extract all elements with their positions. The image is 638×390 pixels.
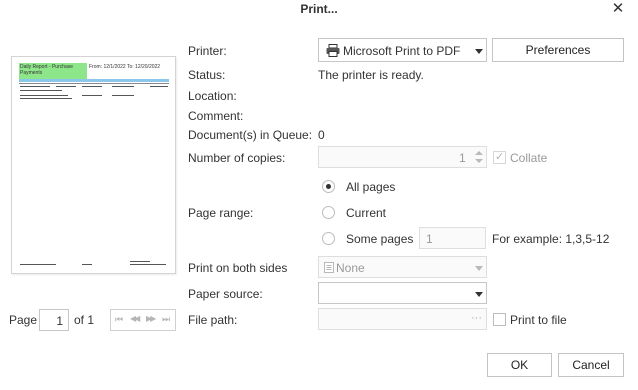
- queue-value: 0: [318, 128, 325, 142]
- print-to-file-checkbox[interactable]: [493, 313, 506, 326]
- preview-line: [82, 86, 102, 87]
- duplex-select[interactable]: None: [318, 256, 487, 278]
- copies-stepper[interactable]: 1: [318, 146, 487, 168]
- status-value: The printer is ready.: [318, 68, 424, 82]
- status-label: Status:: [188, 68, 226, 82]
- printer-label: Printer:: [188, 44, 227, 58]
- preview-band: [19, 79, 169, 82]
- some-pages-label: Some pages: [346, 232, 414, 246]
- radio-some-pages[interactable]: [322, 232, 335, 245]
- printer-icon: [326, 44, 340, 57]
- chevron-down-icon: [475, 266, 483, 271]
- radio-all-pages[interactable]: [322, 180, 335, 193]
- preview-line: [19, 83, 169, 84]
- printer-selected: Microsoft Print to PDF: [343, 44, 461, 58]
- preview-line: [82, 264, 92, 265]
- copies-value: 1: [459, 151, 466, 165]
- preview-line: [20, 264, 56, 265]
- check-icon: ✓: [495, 151, 505, 163]
- page-of-label: of 1: [74, 313, 95, 327]
- preview-header-title: Daily Report - Purchase Payments: [20, 64, 74, 76]
- collate-checkbox[interactable]: ✓: [493, 151, 506, 164]
- some-pages-value: 1: [426, 232, 433, 246]
- page-icon: [324, 262, 334, 273]
- preview-line: [20, 98, 72, 99]
- preview-line: [112, 86, 134, 87]
- preview-line: [150, 86, 168, 87]
- all-pages-label: All pages: [346, 180, 396, 194]
- stepper-up-icon[interactable]: [475, 151, 483, 155]
- preview-line: [82, 95, 102, 96]
- preview-header-range: From: 12/1/2022 To: 12/20/2022: [89, 64, 161, 70]
- page-label: Page: [9, 313, 38, 327]
- page-number-input[interactable]: 1: [39, 309, 69, 331]
- preview-line: [20, 95, 68, 96]
- cancel-button[interactable]: Cancel: [558, 353, 624, 377]
- first-page-icon[interactable]: ⏮: [115, 314, 123, 325]
- browse-icon[interactable]: ···: [471, 312, 482, 324]
- chevron-down-icon: [475, 49, 483, 54]
- stepper-down-icon[interactable]: [475, 159, 483, 163]
- last-page-icon[interactable]: ⏭: [162, 314, 170, 325]
- location-label: Location:: [188, 89, 237, 103]
- chevron-down-icon: [475, 292, 483, 297]
- file-path-input[interactable]: ···: [318, 308, 487, 330]
- page-nav-group: ⏮ ◀◀ ▶▶ ⏭: [110, 309, 176, 331]
- preview-line: [20, 86, 50, 87]
- page-number-value: 1: [56, 314, 63, 328]
- comment-label: Comment:: [188, 109, 244, 123]
- dialog-title: Print...: [300, 2, 338, 16]
- next-page-icon[interactable]: ▶▶: [146, 314, 156, 323]
- queue-label: Document(s) in Queue:: [188, 128, 313, 142]
- current-label: Current: [346, 206, 387, 220]
- print-to-file-label: Print to file: [510, 313, 567, 327]
- paper-source-label: Paper source:: [188, 287, 263, 301]
- preferences-button[interactable]: Preferences: [492, 38, 624, 62]
- preview-line: [112, 95, 134, 96]
- preview-line: [130, 261, 150, 262]
- preview-line: [130, 264, 166, 265]
- radio-current[interactable]: [322, 206, 335, 219]
- page-range-label: Page range:: [188, 206, 254, 220]
- duplex-label: Print on both sides: [188, 261, 288, 275]
- preview-line: [20, 90, 62, 91]
- collate-label: Collate: [510, 151, 548, 165]
- some-pages-input[interactable]: 1: [419, 227, 486, 249]
- prev-page-icon[interactable]: ◀◀: [130, 314, 140, 323]
- close-icon[interactable]: ✕: [607, 0, 629, 20]
- page-range-example: For example: 1,3,5-12: [492, 232, 610, 246]
- paper-source-select[interactable]: [318, 282, 487, 304]
- page-preview: Daily Report - Purchase Payments From: 1…: [11, 56, 176, 274]
- printer-select[interactable]: Microsoft Print to PDF: [318, 38, 487, 62]
- copies-label: Number of copies:: [188, 151, 286, 165]
- file-path-label: File path:: [188, 313, 238, 327]
- ok-button[interactable]: OK: [487, 353, 552, 377]
- preview-line: [56, 86, 76, 87]
- duplex-value: None: [336, 261, 365, 275]
